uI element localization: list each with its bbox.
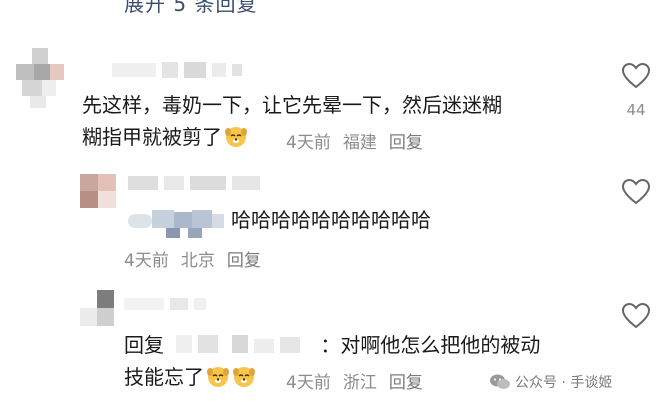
- location: 浙江: [342, 373, 377, 393]
- smirk-dog-emoji-icon: [207, 367, 229, 387]
- comment-meta: 4天前 浙江 回复: [286, 368, 435, 393]
- reply-button[interactable]: 回复: [389, 133, 423, 153]
- mention-blurred[interactable]: [170, 335, 320, 355]
- colon: ：: [320, 333, 341, 357]
- reply-button[interactable]: 回复: [389, 373, 423, 393]
- watermark: 公众号 · 手谈姬: [489, 372, 612, 392]
- smirk-dog-emoji-icon: [225, 127, 247, 147]
- location: 北京: [180, 251, 215, 271]
- smirk-dog-emoji-icon: [233, 367, 255, 387]
- reply-button[interactable]: 回复: [227, 251, 261, 271]
- wechat-logo-icon: [490, 374, 510, 389]
- heart-outline-icon[interactable]: [621, 178, 651, 206]
- comment-meta: 4天前 福建 回复: [286, 128, 435, 153]
- heart-outline-icon[interactable]: [621, 302, 651, 330]
- timestamp: 4天前: [286, 373, 331, 393]
- avatar[interactable]: [80, 290, 114, 326]
- mention-blurred[interactable]: [128, 208, 228, 238]
- comment-text: 哈哈哈哈哈哈哈哈哈哈: [231, 208, 431, 232]
- comment-meta: 4天前 北京 回复: [124, 246, 273, 271]
- reply-prefix: 回复: [124, 333, 164, 357]
- location: 福建: [342, 133, 377, 153]
- username-blurred[interactable]: [128, 176, 260, 190]
- expand-replies-link[interactable]: 展开 5 条回复: [124, 0, 257, 17]
- avatar[interactable]: [80, 174, 116, 208]
- avatar[interactable]: [12, 46, 64, 108]
- timestamp: 4天前: [124, 251, 169, 271]
- watermark-text: 公众号 · 手谈姬: [515, 375, 613, 391]
- timestamp: 4天前: [286, 133, 331, 153]
- heart-outline-icon[interactable]: [621, 62, 651, 90]
- like-count: 44: [626, 101, 646, 119]
- username-blurred[interactable]: [124, 298, 206, 310]
- username-blurred[interactable]: [112, 62, 242, 78]
